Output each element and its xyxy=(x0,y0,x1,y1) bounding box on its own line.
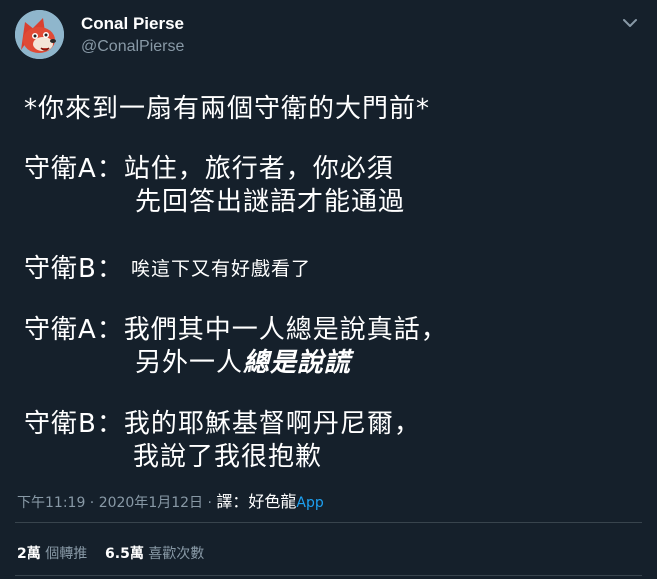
display-name[interactable]: Conal Pierse xyxy=(81,14,184,34)
tweet-line-small: 唉這下又有好戲看了 xyxy=(131,258,312,280)
likes-label: 喜歡次數 xyxy=(143,546,205,562)
tweet-line: 先回答出謎語才能通過 xyxy=(135,187,406,217)
divider xyxy=(15,575,642,576)
tweet-text-emphasis: 總是說謊 xyxy=(243,348,352,378)
retweets-label: 個轉推 xyxy=(40,546,88,562)
fox-avatar-icon xyxy=(15,10,64,59)
retweets-count: 2萬 xyxy=(17,546,41,562)
user-handle[interactable]: @ConalPierse xyxy=(81,38,184,56)
tweet-line: 另外一人總是說謊 xyxy=(135,342,351,379)
likes-count: 6.5萬 xyxy=(105,546,144,562)
tweet-text-plain: 另外一人 xyxy=(135,348,244,378)
tweet-line: 我說了我很抱歉 xyxy=(133,442,323,472)
engagement-stats: 2萬 個轉推 6.5萬 喜歡次數 xyxy=(17,543,204,563)
tweet-line: 守衛A：站住，旅行者，你必須 xyxy=(24,154,394,184)
retweets-stat[interactable]: 2萬 個轉推 xyxy=(17,546,87,562)
tweet-line: 守衛B： xyxy=(24,254,124,284)
tweet-card: Conal Pierse @ConalPierse *你來到一扇有兩個守衛的大門… xyxy=(0,0,657,579)
divider xyxy=(15,522,642,523)
tweet-menu-button[interactable] xyxy=(619,12,641,34)
timestamp[interactable]: 下午11:19 · 2020年1月12日 · xyxy=(17,495,216,511)
likes-stat[interactable]: 6.5萬 喜歡次數 xyxy=(105,546,204,562)
tweet-meta: 下午11:19 · 2020年1月12日 · 譯：好色龍App xyxy=(17,488,324,512)
source-app-link[interactable]: App xyxy=(296,495,323,511)
chevron-down-icon xyxy=(623,19,637,27)
avatar[interactable] xyxy=(15,10,64,59)
tweet-line: 守衛B：我的耶穌基督啊丹尼爾， xyxy=(24,409,421,439)
tweet-line: *你來到一扇有兩個守衛的大門前* xyxy=(24,94,431,124)
translator-caption: 譯：好色龍 xyxy=(216,492,297,511)
tweet-line: 守衛A：我們其中一人總是說真話， xyxy=(24,315,448,345)
